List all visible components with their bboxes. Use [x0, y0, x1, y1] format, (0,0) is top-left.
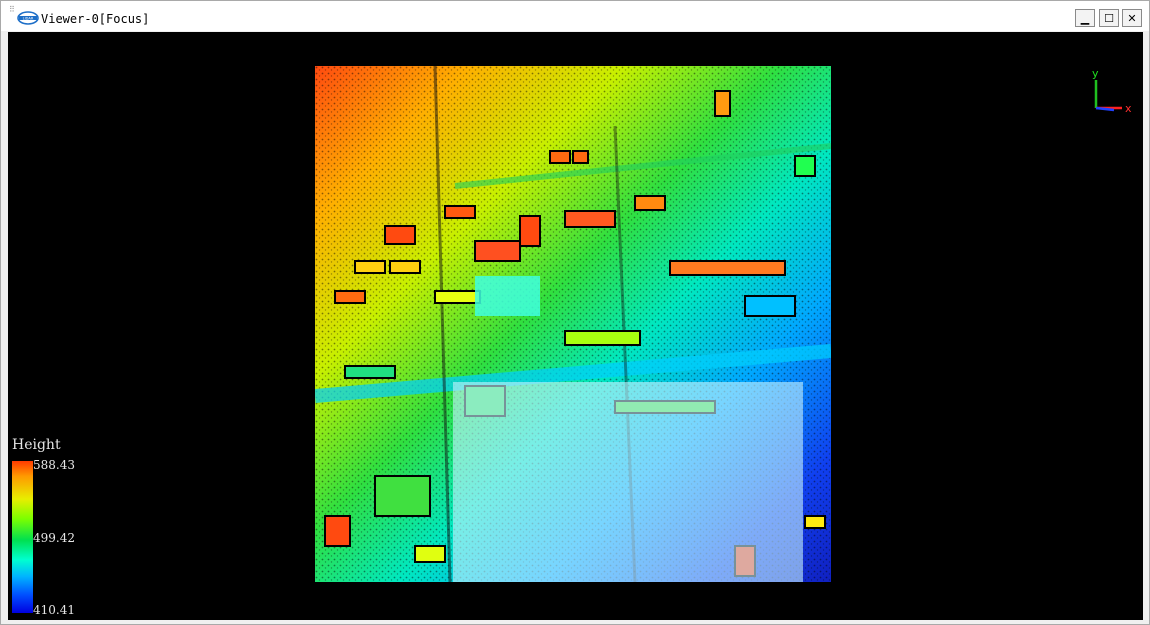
point-cloud-height-map[interactable]: [315, 66, 831, 582]
selection-box: [453, 382, 803, 582]
axis-gizmo: y x: [1092, 68, 1132, 115]
point-cloud-viewport[interactable]: y x Height 588.43 499.42 410.41: [8, 32, 1143, 620]
maximize-button[interactable]: ☐: [1099, 9, 1119, 27]
legend-color-bar: [12, 461, 33, 613]
legend-mid-value: 499.42: [33, 531, 75, 545]
minimize-icon: ▁: [1080, 11, 1090, 25]
svg-text:LIDAR: LIDAR: [23, 17, 34, 21]
viewer-window: ⠿ LIDAR Viewer-0[Focus] ▁ ☐ ✕ y x Height…: [0, 0, 1150, 625]
title-bar[interactable]: ⠿ LIDAR Viewer-0[Focus] ▁ ☐ ✕: [1, 1, 1149, 31]
close-button[interactable]: ✕: [1122, 9, 1142, 27]
window-title: Viewer-0[Focus]: [41, 12, 150, 26]
close-icon: ✕: [1127, 11, 1137, 25]
legend-min-value: 410.41: [33, 603, 75, 617]
maximize-icon: ☐: [1104, 11, 1114, 25]
axis-y-label: y: [1092, 68, 1099, 80]
legend-title: Height: [12, 437, 61, 453]
height-legend: Height 588.43 499.42 410.41: [12, 437, 92, 620]
lidar-logo-icon: LIDAR: [17, 11, 39, 25]
minimize-button[interactable]: ▁: [1075, 9, 1095, 27]
axis-x-label: x: [1125, 102, 1132, 115]
legend-max-value: 588.43: [33, 458, 75, 472]
